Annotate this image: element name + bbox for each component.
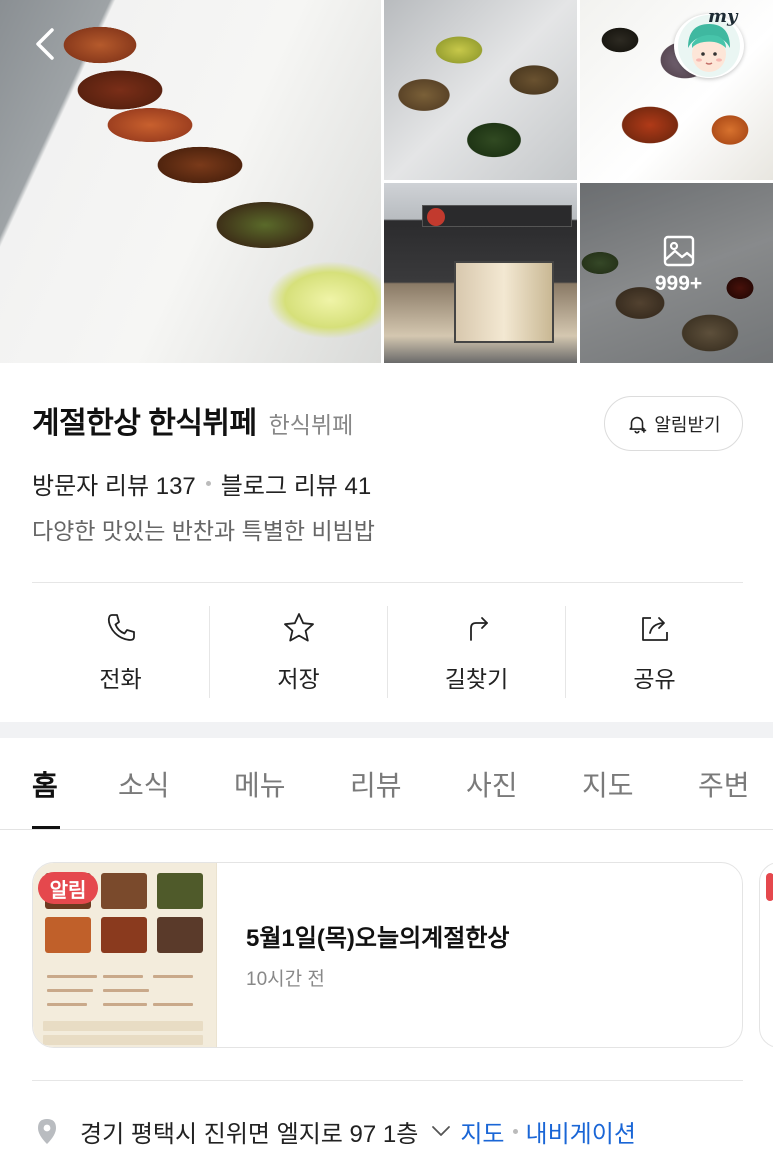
thumb-dish	[157, 873, 203, 909]
review-counts: 방문자 리뷰 137 블로그 리뷰 41	[32, 466, 371, 501]
tab-map[interactable]: 지도	[582, 764, 634, 804]
save-button[interactable]: 저장	[210, 606, 388, 698]
thumb-dish	[45, 917, 91, 953]
blog-review-link[interactable]: 블로그 리뷰 41	[221, 466, 371, 501]
thumb-text-line	[47, 989, 93, 992]
photo-storefront[interactable]	[384, 183, 577, 363]
share-button[interactable]: 공유	[566, 606, 743, 698]
thumb-text-line	[103, 975, 143, 978]
storefront-sign	[422, 205, 572, 227]
tab-home[interactable]: 홈	[32, 764, 58, 804]
chevron-down-icon[interactable]	[428, 1118, 454, 1144]
image-icon	[663, 235, 694, 267]
visitor-review-link[interactable]: 방문자 리뷰 137	[32, 466, 196, 501]
thumb-table-band	[43, 1021, 203, 1031]
storefront-door	[454, 261, 554, 343]
divider	[32, 1080, 743, 1081]
photo-count-label: 999+	[654, 272, 703, 295]
photo-bibimbap-plate[interactable]	[580, 0, 773, 180]
tab-news[interactable]: 소식	[118, 764, 170, 804]
tab-active-indicator	[32, 826, 60, 829]
thumb-text-line	[47, 975, 97, 978]
dot-separator	[205, 481, 211, 486]
notify-label: 알림받기	[654, 414, 721, 435]
tab-bar: 홈 소식 메뉴 리뷰 사진 지도 주변	[0, 738, 773, 830]
thumb-text-line	[153, 975, 193, 978]
directions-button[interactable]: 길찾기	[388, 606, 566, 698]
thumb-text-line	[47, 1003, 87, 1006]
map-link[interactable]: 지도	[460, 1114, 504, 1149]
thumb-text-line	[103, 989, 149, 992]
avatar-badge: my	[708, 6, 738, 27]
notice-card[interactable]	[32, 862, 743, 1048]
directions-icon	[469, 617, 488, 641]
call-button[interactable]: 전화	[32, 606, 210, 698]
address-row: 경기 평택시 진위면 엘지로 97 1층 지도 내비게이션	[32, 1108, 773, 1154]
share-label: 공유	[633, 666, 676, 692]
thumb-text-line	[153, 1003, 193, 1006]
thumb-dish	[101, 873, 147, 909]
tab-reviews[interactable]: 리뷰	[350, 764, 402, 804]
bell-plus-icon	[629, 416, 647, 433]
place-description: 다양한 맛있는 반찬과 특별한 비빔밥	[32, 518, 375, 544]
action-bar: 전화 저장 길찾기 공유	[32, 606, 743, 698]
place-title-row: 계절한상 한식뷔페 한식뷔페	[32, 398, 353, 442]
back-button[interactable]	[26, 24, 66, 64]
call-label: 전화	[99, 666, 142, 692]
directions-label: 길찾기	[444, 666, 509, 692]
photo-column-1	[384, 0, 577, 363]
notice-badge: 알림	[38, 872, 98, 904]
thumb-dish	[157, 917, 203, 953]
place-name: 계절한상 한식뷔페	[32, 407, 257, 440]
notice-time: 10시간 전	[246, 969, 325, 990]
tab-menu[interactable]: 메뉴	[234, 764, 286, 804]
address-text: 경기 평택시 진위면 엘지로 97 1층	[80, 1120, 419, 1148]
navigation-link[interactable]: 내비게이션	[526, 1114, 636, 1149]
phone-icon	[107, 614, 135, 641]
photo-count-overlay[interactable]: 999+	[584, 234, 773, 314]
photo-side-dishes[interactable]	[384, 0, 577, 180]
location-pin-icon	[38, 1119, 56, 1144]
divider	[32, 582, 743, 583]
notice-title[interactable]: 5월1일(목)오늘의계절한상	[246, 918, 509, 953]
tab-photos[interactable]: 사진	[466, 764, 518, 804]
place-category: 한식뷔페	[268, 412, 354, 438]
dot-separator	[512, 1128, 518, 1134]
thumb-text-line	[103, 1003, 147, 1006]
star-icon	[283, 613, 314, 642]
share-icon	[641, 617, 668, 641]
thumb-table-band	[43, 1035, 203, 1045]
next-notice-card[interactable]	[759, 862, 773, 1048]
thumb-dish	[101, 917, 147, 953]
section-gap	[0, 722, 773, 738]
chevron-left-icon	[36, 28, 54, 60]
notify-button[interactable]: 알림받기	[604, 396, 743, 451]
tab-nearby[interactable]: 주변	[698, 764, 750, 804]
save-label: 저장	[277, 666, 320, 692]
